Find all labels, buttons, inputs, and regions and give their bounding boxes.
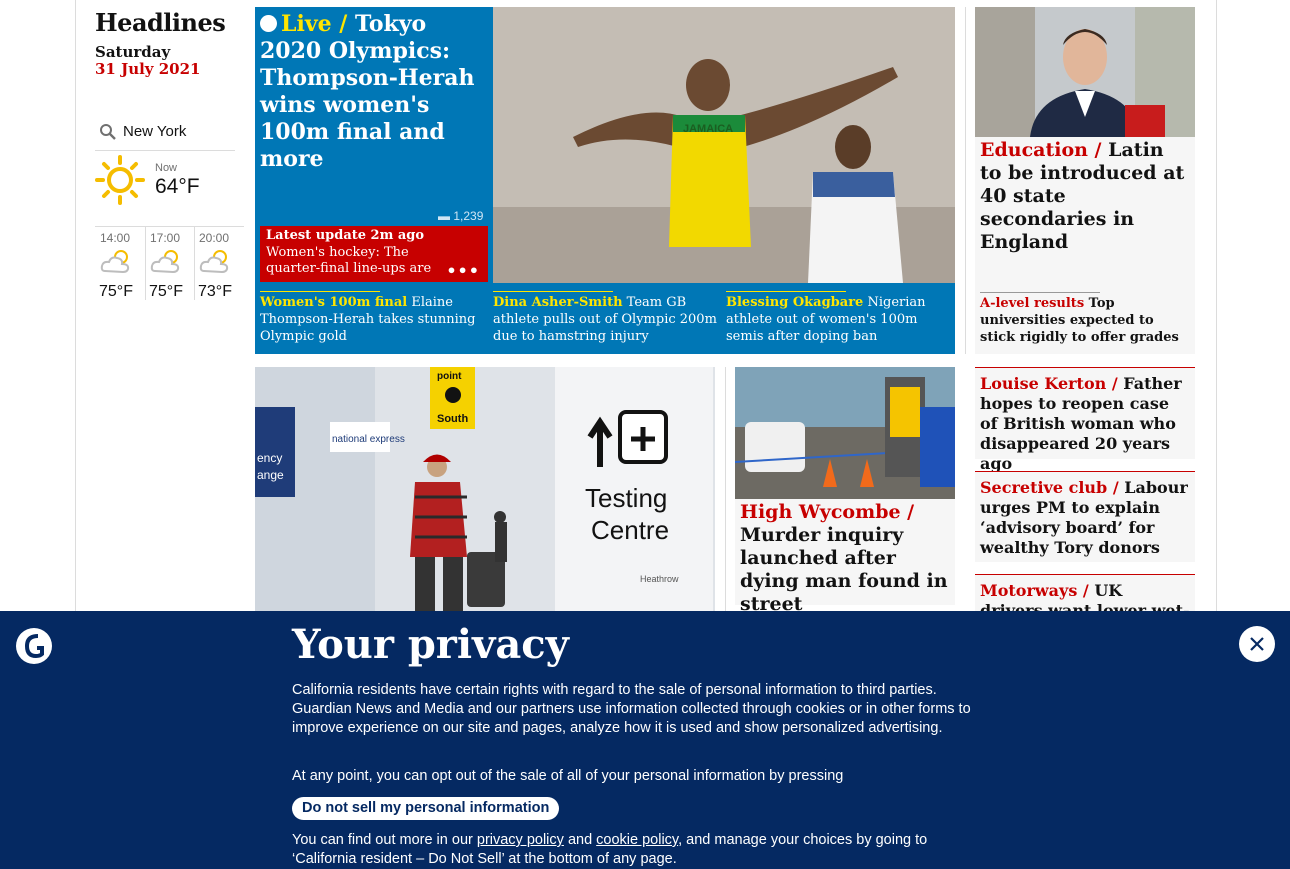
story-card[interactable]: High Wycombe / Murder inquiry launched a…	[735, 367, 955, 615]
comment-count[interactable]: ▬ 1,239	[438, 209, 483, 223]
partly-cloudy-icon	[198, 245, 234, 280]
top-story-image[interactable]: JAMAICA	[493, 7, 955, 283]
politician-image[interactable]	[975, 7, 1195, 137]
weather-now-label: Now	[155, 162, 178, 174]
svg-text:ange: ange	[257, 468, 284, 482]
sublink-kicker: Blessing Okagbare	[726, 295, 864, 310]
svg-text:ency: ency	[257, 451, 282, 465]
privacy-paragraph: You can find out more in our privacy pol…	[292, 831, 992, 869]
story-kicker: Motorways /	[980, 581, 1089, 600]
sublink[interactable]: Women's 100m final Elaine Thompson-Herah…	[260, 294, 485, 345]
forecast-time: 20:00	[199, 231, 230, 245]
forecast-temp: 75°F	[149, 283, 183, 300]
privacy-text: You can find out more in our	[292, 832, 473, 848]
comment-icon: ▬	[438, 209, 450, 223]
divider	[260, 291, 380, 292]
privacy-title: Your privacy	[292, 621, 569, 668]
forecast-temp: 75°F	[99, 283, 133, 300]
sun-icon	[95, 155, 147, 211]
partly-cloudy-icon	[99, 245, 135, 280]
sublink-kicker: Dina Asher-Smith	[493, 295, 623, 310]
live-update-box[interactable]: Latest update 2m ago Women's hockey: The…	[260, 226, 488, 282]
svg-text:Testing: Testing	[585, 483, 667, 513]
privacy-policy-link[interactable]: privacy policy	[477, 832, 564, 848]
do-not-sell-button[interactable]: Do not sell my personal information	[292, 797, 560, 820]
divider	[980, 292, 1100, 293]
story-headline[interactable]: Secretive club / Labour urges PM to expl…	[980, 478, 1190, 558]
crime-scene-image[interactable]	[735, 367, 955, 499]
svg-text:national express: national express	[332, 434, 405, 445]
update-text: Women's hockey: The quarter-final line-u…	[266, 245, 432, 278]
sublink-kicker: Women's 100m final	[260, 295, 408, 310]
sublink[interactable]: Blessing Okagbare Nigerian athlete out o…	[726, 294, 951, 345]
guardian-logo-icon	[16, 628, 52, 664]
location-name[interactable]: New York	[123, 123, 186, 140]
forecast-time: 14:00	[100, 231, 131, 245]
svg-text:Centre: Centre	[591, 515, 669, 545]
forecast-temp: 73°F	[198, 283, 232, 300]
story-kicker: Education /	[980, 139, 1102, 161]
close-icon	[1250, 637, 1264, 651]
story-title: Murder inquiry launched after dying man …	[740, 524, 948, 615]
airport-story-image[interactable]: ency ange national express point South T…	[255, 367, 715, 627]
privacy-paragraph: At any point, you can opt out of the sal…	[292, 768, 844, 784]
story-headline[interactable]: High Wycombe / Murder inquiry launched a…	[740, 501, 950, 616]
top-story-headline[interactable]: Live / Tokyo 2020 Olympics: Thompson-Her…	[260, 11, 490, 173]
sublink[interactable]: A-level results Top universities expecte…	[980, 295, 1190, 346]
forecast-item: 17:00 75°F	[145, 226, 195, 307]
more-dots-icon: •••	[446, 261, 480, 280]
story-kicker: Louise Kerton /	[980, 374, 1118, 393]
story-headline[interactable]: Louise Kerton / Father hopes to reopen c…	[980, 374, 1190, 474]
date-label: 31 July 2021	[95, 60, 201, 78]
forecast-item: 20:00 73°F	[194, 226, 244, 307]
top-story-card[interactable]: Live / Tokyo 2020 Olympics: Thompson-Her…	[255, 7, 955, 354]
partly-cloudy-icon	[149, 245, 185, 280]
story-kicker: Secretive club /	[980, 478, 1119, 497]
top-story-kicker: Live /	[281, 11, 348, 37]
story-kicker: High Wycombe /	[740, 501, 915, 523]
forecast-item: 14:00 75°F	[95, 226, 145, 307]
story-headline[interactable]: Education / Latin to be introduced at 40…	[980, 139, 1190, 254]
forecast-time: 17:00	[150, 231, 181, 245]
divider	[726, 291, 846, 292]
jersey-text: JAMAICA	[683, 123, 733, 135]
privacy-banner: Your privacy California residents have c…	[0, 611, 1290, 869]
privacy-text: and	[567, 832, 593, 848]
story-card[interactable]: Secretive club / Labour urges PM to expl…	[975, 471, 1195, 562]
svg-text:Heathrow: Heathrow	[640, 574, 679, 584]
divider	[965, 7, 966, 354]
divider	[493, 291, 613, 292]
story-card[interactable]: Louise Kerton / Father hopes to reopen c…	[975, 367, 1195, 473]
close-banner-button[interactable]	[1239, 626, 1275, 662]
update-label: Latest update 2m ago	[266, 228, 425, 243]
sublink[interactable]: Dina Asher-Smith Team GB athlete pulls o…	[493, 294, 718, 345]
svg-text:point: point	[437, 371, 462, 382]
search-icon[interactable]	[99, 123, 117, 146]
weather-now-temp: 64°F	[155, 175, 200, 198]
comment-count-value: 1,239	[453, 209, 484, 223]
sublink-kicker: A-level results	[980, 296, 1085, 311]
weather-location[interactable]: New York	[95, 118, 235, 151]
svg-text:South: South	[437, 413, 468, 425]
section-title: Headlines	[95, 8, 226, 37]
privacy-paragraph: California residents have certain rights…	[292, 682, 971, 736]
divider	[725, 367, 726, 617]
live-dot-icon	[260, 15, 277, 32]
cookie-policy-link[interactable]: cookie policy	[596, 832, 678, 848]
day-label: Saturday	[95, 43, 171, 61]
story-card[interactable]: Motorways / UK drivers want lower wet-we…	[975, 574, 1195, 640]
